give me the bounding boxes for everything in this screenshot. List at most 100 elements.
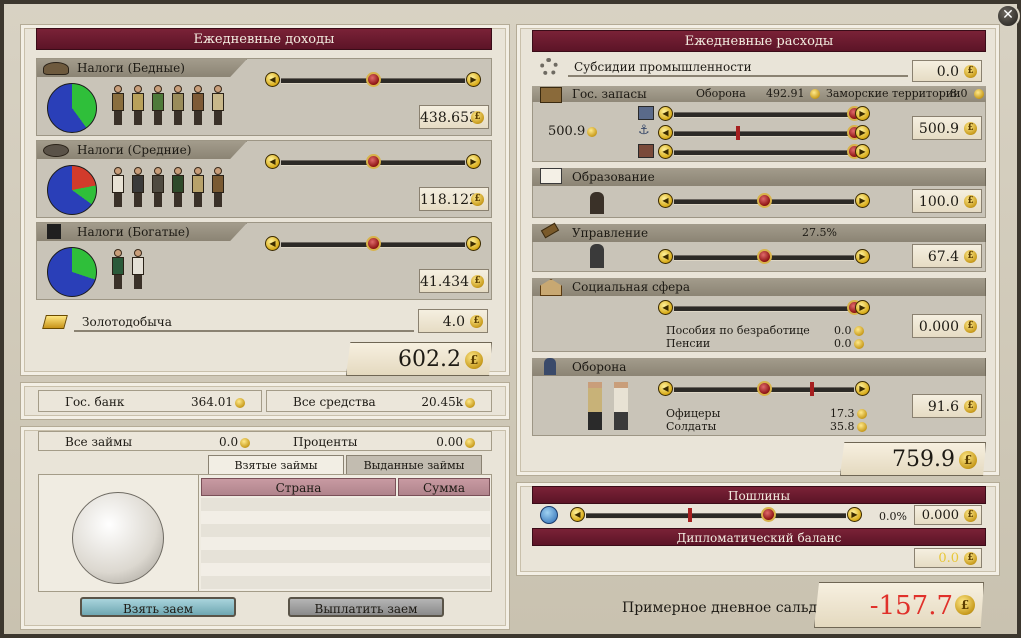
gear-icon [540, 58, 558, 76]
gold-icon [42, 315, 68, 329]
subsidies-underline [568, 75, 908, 77]
tariffs-percent: 0.0% [879, 510, 907, 523]
increase-arrow-icon[interactable]: ▶ [855, 144, 870, 159]
money-icon [853, 339, 864, 349]
pop-figure [111, 167, 125, 207]
money-icon [240, 437, 251, 448]
pop-figures-poor [111, 85, 241, 129]
tax-middle-slider[interactable]: ◀ ▶ [265, 153, 481, 171]
tax-middle-title: Налоги (Средние) [37, 141, 247, 159]
bureaucrat-figure [590, 244, 604, 268]
pensions-value: 0.0 [834, 337, 864, 350]
slider-knob[interactable] [757, 249, 772, 264]
decrease-arrow-icon[interactable]: ◀ [658, 144, 673, 159]
decrease-arrow-icon[interactable]: ◀ [265, 154, 280, 169]
pop-figure [151, 167, 165, 207]
diplomatic-balance-value: 0.0 £ [914, 548, 982, 568]
stockpile-slider-3[interactable]: ◀ ▶ [658, 143, 870, 161]
military-title: Оборона [532, 358, 986, 376]
soldier-figure [614, 382, 628, 430]
tab-taken-loans[interactable]: Взятые займы [208, 455, 344, 475]
loans-summary: Все займы 0.0 Проценты 0.00 [38, 431, 492, 451]
income-total: 602.2 £ [346, 342, 492, 376]
pop-figure [111, 249, 125, 289]
slider-knob[interactable] [366, 236, 381, 251]
soldiers-label: Солдаты [666, 420, 717, 433]
increase-arrow-icon[interactable]: ▶ [855, 249, 870, 264]
money-icon [856, 422, 867, 432]
increase-arrow-icon[interactable]: ▶ [466, 236, 481, 251]
increase-arrow-icon[interactable]: ▶ [855, 300, 870, 315]
increase-arrow-icon[interactable]: ▶ [466, 72, 481, 87]
pop-figure [211, 85, 225, 125]
take-loan-button[interactable]: Взять заем [80, 597, 236, 617]
decrease-arrow-icon[interactable]: ◀ [658, 300, 673, 315]
military-slider[interactable]: ◀ ▶ [658, 380, 870, 398]
pensions-label: Пенсии [666, 337, 711, 350]
soldier-icon [544, 358, 556, 375]
money-icon [856, 409, 867, 419]
stockpile-slider-2[interactable]: ◀ ▶ [658, 124, 870, 142]
education-slider[interactable]: ◀ ▶ [658, 192, 870, 210]
state-bank-cell: Гос. банк 364.01 [38, 390, 262, 412]
repay-loan-button[interactable]: Выплатить заем [288, 597, 444, 617]
diplomatic-balance-title: Дипломатический баланс [532, 528, 986, 546]
loans-divider [198, 474, 199, 592]
pop-figure [171, 167, 185, 207]
clergy-figure [590, 192, 604, 214]
increase-arrow-icon[interactable]: ▶ [855, 193, 870, 208]
officers-value: 17.3 [830, 407, 867, 420]
money-icon: £ [964, 122, 977, 135]
soldiers-value: 35.8 [830, 420, 867, 433]
expenses-total: 759.9 £ [840, 442, 986, 476]
tax-poor-label: Налоги (Бедные) [77, 61, 185, 75]
country-flag-placeholder [72, 492, 164, 584]
increase-arrow-icon[interactable]: ▶ [847, 507, 862, 522]
tax-middle-section: Налоги (Средние) ◀ ▶ 118.122 £ [36, 140, 492, 218]
tab-given-loans[interactable]: Выданные займы [346, 455, 482, 475]
budget-window: ✕ Ежедневные доходы Налоги (Бедные) ◀ ▶ … [0, 0, 1021, 638]
decrease-arrow-icon[interactable]: ◀ [658, 106, 673, 121]
tax-poor-slider[interactable]: ◀ ▶ [265, 71, 481, 89]
total-funds-cell: Все средства 20.45k [266, 390, 492, 412]
money-icon: £ [955, 595, 975, 615]
tariffs-slider[interactable]: ◀ ▶ [570, 506, 862, 524]
pop-figures-rich [111, 249, 161, 293]
pop-figures-middle [111, 167, 241, 211]
increase-arrow-icon[interactable]: ▶ [855, 381, 870, 396]
slider-knob[interactable] [761, 507, 776, 522]
decrease-arrow-icon[interactable]: ◀ [658, 249, 673, 264]
slider-knob[interactable] [366, 72, 381, 87]
income-title: Ежедневные доходы [36, 28, 492, 50]
tax-rich-slider[interactable]: ◀ ▶ [265, 235, 481, 253]
pop-figure [171, 85, 185, 125]
increase-arrow-icon[interactable]: ▶ [466, 154, 481, 169]
tax-middle-label: Налоги (Средние) [77, 143, 192, 157]
money-icon: £ [470, 315, 483, 328]
stockpile-slider-1[interactable]: ◀ ▶ [658, 105, 870, 123]
money-icon [810, 89, 820, 99]
increase-arrow-icon[interactable]: ▶ [855, 106, 870, 121]
minimum-marker-icon [810, 382, 814, 396]
pop-figure [151, 85, 165, 125]
stockpile-header: Гос. запасы Оборона 492.91 Заморские тер… [532, 86, 986, 103]
pop-figure [191, 167, 205, 207]
decrease-arrow-icon[interactable]: ◀ [658, 381, 673, 396]
decrease-arrow-icon[interactable]: ◀ [658, 193, 673, 208]
slider-knob[interactable] [757, 381, 772, 396]
pie-rich-chart [47, 247, 97, 297]
hat-icon [43, 144, 69, 157]
increase-arrow-icon[interactable]: ▶ [855, 125, 870, 140]
tariff-icon [540, 506, 558, 524]
military-value: 91.6 £ [912, 394, 982, 418]
tax-poor-section: Налоги (Бедные) ◀ ▶ 438.653 £ [36, 58, 492, 136]
administration-slider[interactable]: ◀ ▶ [658, 248, 870, 266]
subsidies-value: 0.0 £ [912, 60, 982, 82]
slider-knob[interactable] [757, 193, 772, 208]
social-slider[interactable]: ◀ ▶ [658, 299, 870, 317]
decrease-arrow-icon[interactable]: ◀ [265, 72, 280, 87]
decrease-arrow-icon[interactable]: ◀ [265, 236, 280, 251]
decrease-arrow-icon[interactable]: ◀ [658, 125, 673, 140]
slider-knob[interactable] [366, 154, 381, 169]
decrease-arrow-icon[interactable]: ◀ [570, 507, 585, 522]
